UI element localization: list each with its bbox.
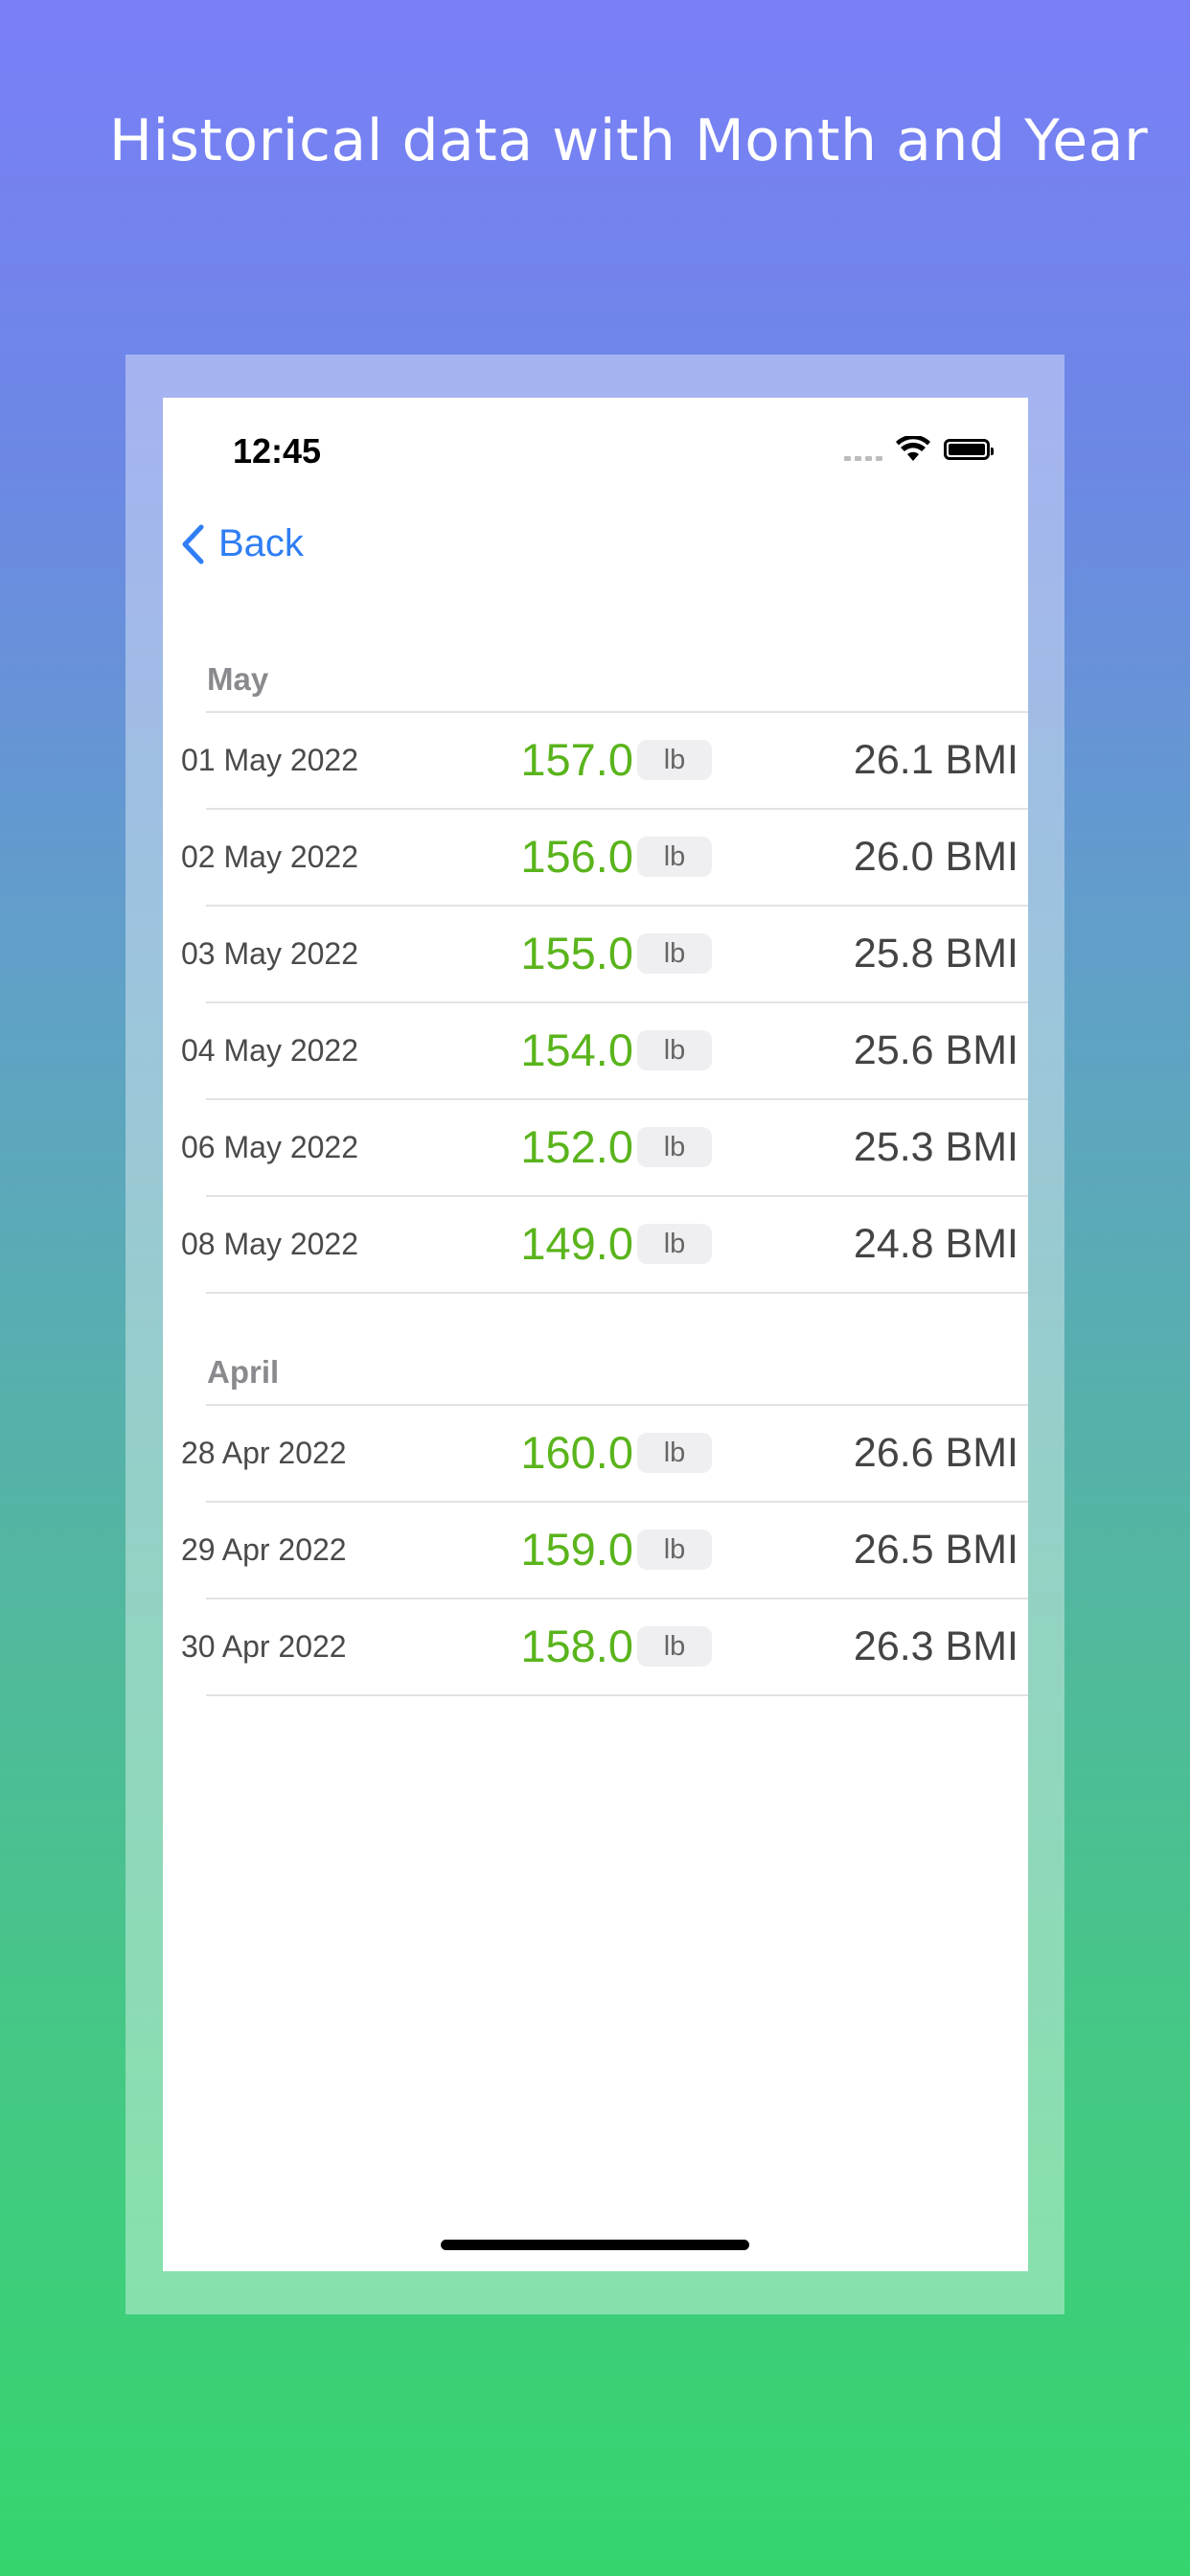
entry-bmi: 26.3 BMI bbox=[853, 1623, 1018, 1669]
entry-weight: 159.0 bbox=[520, 1524, 633, 1575]
home-indicator[interactable] bbox=[441, 2240, 749, 2250]
list-item[interactable]: 28 Apr 2022 160.0 lb 26.6 BMI bbox=[163, 1405, 1028, 1501]
section-header: April bbox=[207, 1354, 280, 1390]
entry-weight: 155.0 bbox=[520, 928, 633, 978]
unit-badge: lb bbox=[637, 1530, 712, 1570]
divider bbox=[206, 1292, 1028, 1294]
list-item[interactable]: 29 Apr 2022 159.0 lb 26.5 BMI bbox=[163, 1502, 1028, 1598]
unit-badge: lb bbox=[637, 1030, 712, 1070]
list-item[interactable]: 08 May 2022 149.0 lb 24.8 BMI bbox=[163, 1196, 1028, 1292]
entry-bmi: 26.1 BMI bbox=[853, 737, 1018, 783]
section-header: May bbox=[207, 661, 269, 697]
list-item[interactable]: 30 Apr 2022 158.0 lb 26.3 BMI bbox=[163, 1598, 1028, 1694]
entry-bmi: 25.3 BMI bbox=[853, 1124, 1018, 1170]
entry-date: 08 May 2022 bbox=[181, 1227, 359, 1261]
list-item[interactable]: 04 May 2022 154.0 lb 25.6 BMI bbox=[163, 1002, 1028, 1098]
cellular-signal-icon bbox=[844, 438, 882, 461]
entry-date: 28 Apr 2022 bbox=[181, 1436, 347, 1470]
entry-bmi: 26.0 BMI bbox=[853, 834, 1018, 880]
phone-screen: 12:45 Back May 01 May 2022 157.0 lb 26.1 BMI… bbox=[163, 398, 1028, 2271]
headline: Historical data with Month and Year bbox=[108, 107, 1149, 174]
entry-weight: 160.0 bbox=[520, 1427, 633, 1478]
entry-date: 02 May 2022 bbox=[181, 840, 359, 874]
battery-icon bbox=[944, 439, 994, 460]
status-icons bbox=[844, 436, 994, 463]
back-label: Back bbox=[218, 522, 304, 564]
entry-date: 06 May 2022 bbox=[181, 1130, 359, 1164]
list-item[interactable]: 06 May 2022 152.0 lb 25.3 BMI bbox=[163, 1099, 1028, 1195]
wifi-icon bbox=[896, 436, 930, 461]
unit-badge: lb bbox=[637, 1433, 712, 1473]
list-item[interactable]: 03 May 2022 155.0 lb 25.8 BMI bbox=[163, 906, 1028, 1001]
entry-weight: 149.0 bbox=[520, 1218, 633, 1269]
entry-bmi: 26.5 BMI bbox=[853, 1527, 1018, 1573]
entry-bmi: 24.8 BMI bbox=[853, 1221, 1018, 1267]
unit-badge: lb bbox=[637, 933, 712, 974]
entry-weight: 157.0 bbox=[520, 734, 633, 785]
unit-badge: lb bbox=[637, 1626, 712, 1667]
unit-badge: lb bbox=[637, 740, 712, 780]
entry-date: 03 May 2022 bbox=[181, 936, 359, 971]
entry-weight: 154.0 bbox=[520, 1024, 633, 1075]
unit-badge: lb bbox=[637, 1127, 712, 1167]
status-bar: 12:45 bbox=[163, 398, 1028, 503]
entry-date: 04 May 2022 bbox=[181, 1033, 359, 1068]
back-button[interactable]: Back bbox=[180, 522, 304, 565]
unit-badge: lb bbox=[637, 837, 712, 877]
list-item[interactable]: 01 May 2022 157.0 lb 26.1 BMI bbox=[163, 712, 1028, 808]
list-item[interactable]: 02 May 2022 156.0 lb 26.0 BMI bbox=[163, 809, 1028, 905]
entry-weight: 152.0 bbox=[520, 1121, 633, 1172]
entry-weight: 156.0 bbox=[520, 831, 633, 882]
chevron-left-icon bbox=[182, 524, 204, 564]
entry-date: 01 May 2022 bbox=[181, 743, 359, 777]
divider bbox=[206, 1694, 1028, 1696]
entry-date: 29 Apr 2022 bbox=[181, 1532, 347, 1567]
entry-bmi: 25.6 BMI bbox=[853, 1027, 1018, 1073]
status-time: 12:45 bbox=[233, 431, 322, 471]
entry-bmi: 25.8 BMI bbox=[853, 931, 1018, 977]
entry-date: 30 Apr 2022 bbox=[181, 1629, 347, 1664]
entry-weight: 158.0 bbox=[520, 1621, 633, 1671]
unit-badge: lb bbox=[637, 1224, 712, 1264]
entry-bmi: 26.6 BMI bbox=[853, 1430, 1018, 1476]
